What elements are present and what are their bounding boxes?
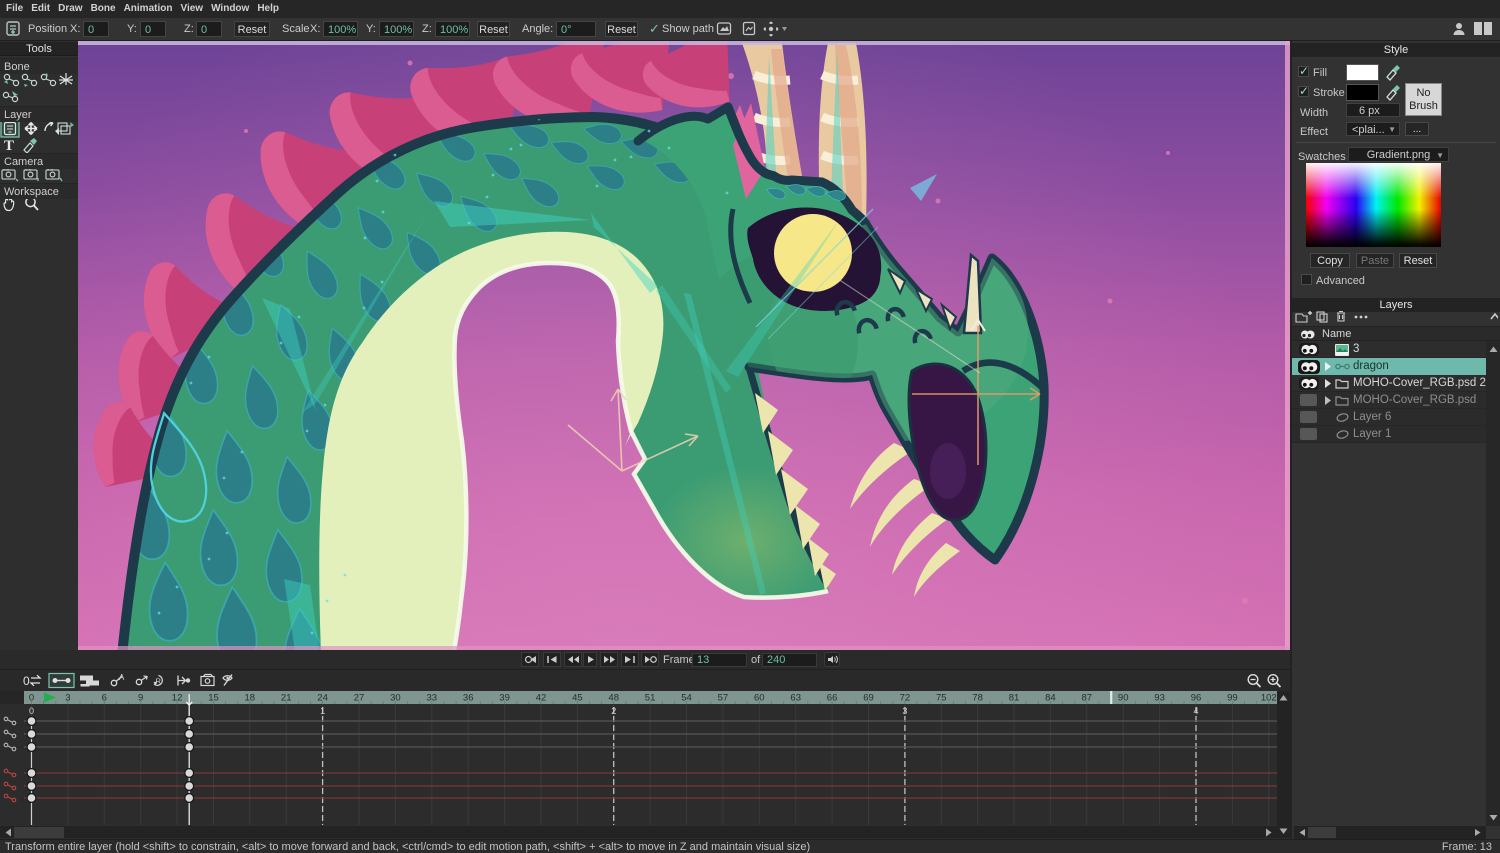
svg-text:0: 0	[29, 693, 34, 704]
svg-text:0: 0	[23, 674, 30, 688]
svg-text:66: 66	[827, 693, 838, 704]
svg-text:99: 99	[1227, 693, 1238, 704]
svg-text:6: 6	[102, 693, 107, 704]
svg-text:69: 69	[863, 693, 874, 704]
svg-text:72: 72	[900, 693, 911, 704]
svg-text:84: 84	[1045, 693, 1056, 704]
svg-text:48: 48	[608, 693, 619, 704]
svg-text:9: 9	[138, 693, 143, 704]
svg-text:30: 30	[390, 693, 401, 704]
svg-text:81: 81	[1009, 693, 1020, 704]
svg-text:18: 18	[245, 693, 256, 704]
svg-text:51: 51	[645, 693, 656, 704]
svg-text:15: 15	[208, 693, 219, 704]
svg-text:60: 60	[754, 693, 765, 704]
svg-text:3: 3	[902, 706, 907, 716]
svg-text:96: 96	[1191, 693, 1202, 704]
svg-text:0: 0	[29, 706, 34, 716]
svg-text:27: 27	[354, 693, 365, 704]
svg-text:45: 45	[572, 693, 583, 704]
svg-text:1: 1	[320, 706, 325, 716]
svg-text:A: A	[119, 673, 125, 682]
svg-text:4: 4	[1193, 706, 1198, 716]
svg-text:21: 21	[281, 693, 292, 704]
svg-text:2: 2	[611, 706, 616, 716]
svg-text:36: 36	[463, 693, 474, 704]
svg-text:12: 12	[172, 693, 183, 704]
svg-text:90: 90	[1118, 693, 1129, 704]
svg-text:T: T	[4, 138, 14, 154]
svg-text:78: 78	[972, 693, 983, 704]
svg-text:33: 33	[427, 693, 438, 704]
svg-text:75: 75	[936, 693, 947, 704]
svg-text:93: 93	[1154, 693, 1165, 704]
svg-text:R: R	[156, 677, 162, 686]
svg-text:3: 3	[65, 693, 70, 704]
svg-text:24: 24	[317, 693, 328, 704]
svg-text:102: 102	[1261, 693, 1277, 704]
svg-text:39: 39	[499, 693, 510, 704]
svg-text:87: 87	[1082, 693, 1093, 704]
svg-text:42: 42	[536, 693, 547, 704]
svg-text:54: 54	[681, 693, 692, 704]
svg-text:63: 63	[790, 693, 801, 704]
svg-text:57: 57	[718, 693, 729, 704]
